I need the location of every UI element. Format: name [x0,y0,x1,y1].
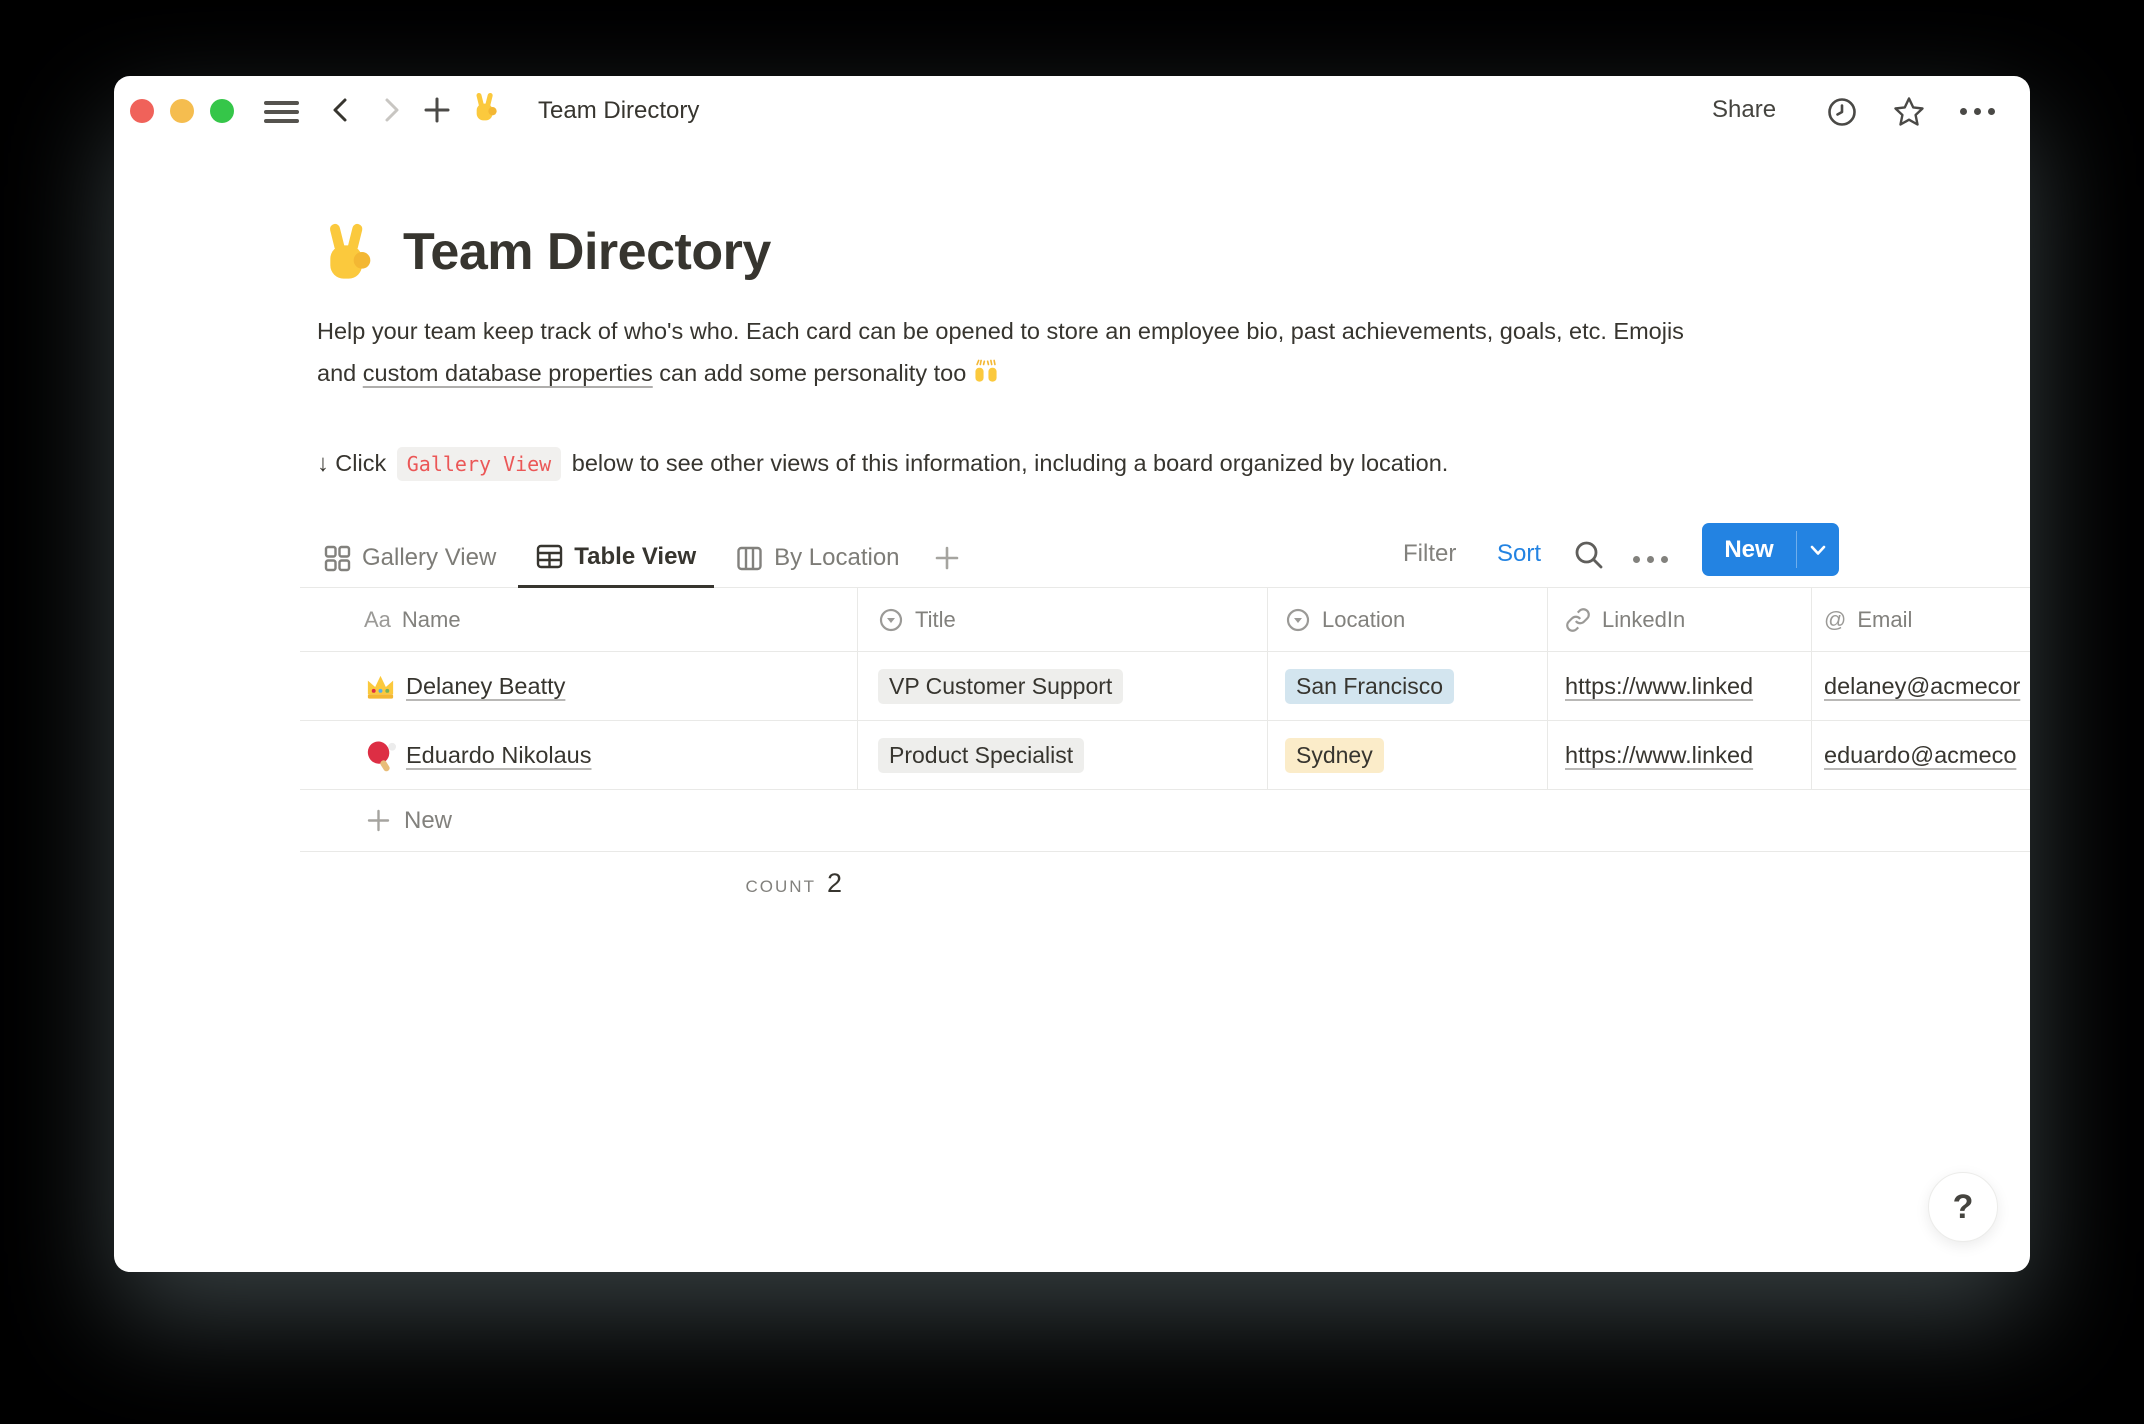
table-header-row: Aa Name Title Location LinkedIn @ Email [300,588,2030,652]
cell-linkedin[interactable]: https://www.linked [1548,652,1812,720]
gallery-grid-icon [324,545,351,572]
count-summary[interactable]: COUNT 2 [300,868,858,908]
chevron-down-icon [1807,539,1829,561]
minimize-window-button[interactable] [170,99,194,123]
count-label: COUNT [746,877,816,897]
tab-table-view[interactable]: Table View [518,528,714,588]
email-address[interactable]: delaney@acmecor [1824,673,2020,700]
link-property-icon [1565,607,1591,633]
person-name[interactable]: Delaney Beatty [406,673,565,700]
callout-note[interactable]: ↓ Click Gallery View below to see other … [317,440,1448,487]
page-heading: Team Directory [317,222,771,282]
titlebar: Team Directory Share [114,76,2030,134]
victory-hand-emoji [470,92,500,122]
email-property-icon: @ [1824,607,1846,633]
forward-icon[interactable] [376,95,406,125]
help-label: ? [1953,1188,1974,1227]
new-record-button[interactable]: New [1702,523,1839,576]
new-button-dropdown[interactable] [1797,523,1839,576]
cell-title[interactable]: VP Customer Support [858,652,1268,720]
updates-clock-icon[interactable] [1826,96,1858,128]
traffic-lights [130,99,234,123]
linkedin-url[interactable]: https://www.linked [1565,673,1753,700]
new-row-button[interactable]: New [300,790,2030,852]
tab-gallery-view[interactable]: Gallery View [306,528,514,588]
cell-title[interactable]: Product Specialist [858,721,1268,789]
cell-email[interactable]: delaney@acmecor [1812,652,2030,720]
raising-hands-emoji [973,358,999,384]
select-property-icon [1285,607,1311,633]
column-header-location[interactable]: Location [1268,588,1548,651]
back-icon[interactable] [326,95,356,125]
cell-name[interactable]: Eduardo Nikolaus [300,721,858,789]
zoom-window-button[interactable] [210,99,234,123]
help-button[interactable]: ? [1928,1172,1998,1242]
titlebar-page-title: Team Directory [538,97,699,125]
title-tag[interactable]: Product Specialist [878,738,1084,773]
search-icon[interactable] [1572,538,1606,572]
tab-by-location[interactable]: By Location [718,528,917,588]
page-description[interactable]: Help your team keep track of who's who. … [317,310,1692,394]
sidebar-toggle-icon[interactable] [264,101,299,123]
page-title[interactable]: Team Directory [403,222,771,282]
ping-pong-emoji [364,739,397,772]
cell-location[interactable]: Sydney [1268,721,1548,789]
table-icon [536,543,563,570]
add-view-plus-icon[interactable] [922,528,972,588]
column-label: Title [915,607,956,633]
window-more-options-icon[interactable] [1960,108,1995,115]
note-text: below to see other views of this informa… [565,450,1448,476]
table-view: Aa Name Title Location LinkedIn @ Email [300,588,2030,908]
new-row-label: New [404,807,452,835]
column-label: Email [1857,607,1912,633]
text-property-icon: Aa [364,607,391,633]
note-text: ↓ Click [317,450,393,476]
linkedin-url[interactable]: https://www.linked [1565,742,1753,769]
cell-location[interactable]: San Francisco [1268,652,1548,720]
notion-window: Team Directory Share Team Directory Help… [114,76,2030,1272]
crown-emoji [364,670,397,703]
gallery-view-code-chip: Gallery View [397,447,562,481]
view-options-icon[interactable] [1633,556,1668,563]
cell-name[interactable]: Delaney Beatty [300,652,858,720]
victory-hand-emoji[interactable] [317,222,377,282]
new-tab-plus-icon[interactable] [422,95,452,125]
select-property-icon [878,607,904,633]
column-header-title[interactable]: Title [858,588,1268,651]
cell-email[interactable]: eduardo@acmeco [1812,721,2030,789]
column-header-linkedin[interactable]: LinkedIn [1548,588,1812,651]
person-name[interactable]: Eduardo Nikolaus [406,742,592,769]
column-label: LinkedIn [1602,607,1685,633]
favorite-star-icon[interactable] [1892,95,1926,129]
custom-properties-link[interactable]: custom database properties [363,360,653,386]
sort-button[interactable]: Sort [1497,540,1541,568]
filter-button[interactable]: Filter [1403,540,1456,568]
column-header-name[interactable]: Aa Name [300,588,858,651]
title-tag[interactable]: VP Customer Support [878,669,1123,704]
location-tag[interactable]: San Francisco [1285,669,1454,704]
count-value: 2 [827,868,842,899]
table-row: Eduardo Nikolaus Product Specialist Sydn… [300,721,2030,790]
tab-label: Gallery View [362,544,496,572]
description-text: can add some personality too [653,360,973,386]
tab-label: Table View [574,543,696,571]
tab-label: By Location [774,544,899,572]
location-tag[interactable]: Sydney [1285,738,1384,773]
column-header-email[interactable]: @ Email [1812,588,2030,651]
board-columns-icon [736,545,763,572]
close-window-button[interactable] [130,99,154,123]
table-row: Delaney Beatty VP Customer Support San F… [300,652,2030,721]
new-button-label[interactable]: New [1702,523,1796,576]
column-label: Name [402,607,461,633]
column-label: Location [1322,607,1405,633]
cell-linkedin[interactable]: https://www.linked [1548,721,1812,789]
email-address[interactable]: eduardo@acmeco [1824,742,2016,769]
share-button[interactable]: Share [1712,96,1776,124]
plus-icon [366,808,391,833]
